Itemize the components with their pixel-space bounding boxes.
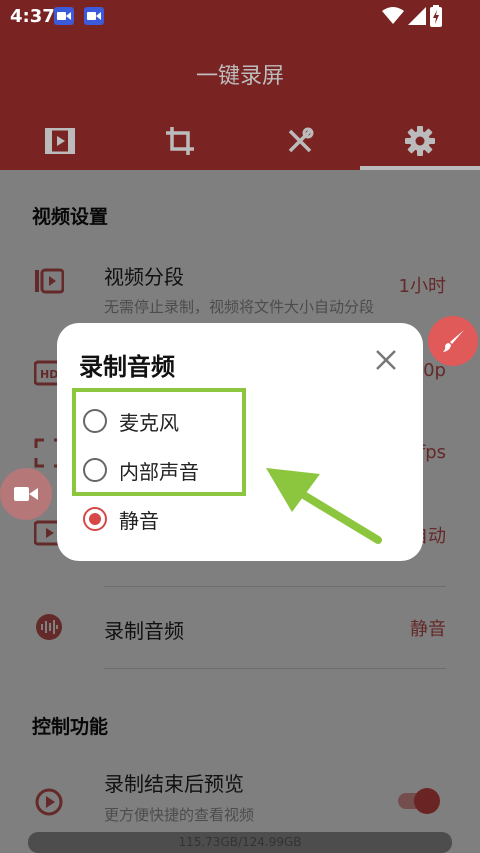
camera-icon: [14, 487, 38, 501]
app-bar: 一键录屏: [0, 32, 480, 170]
status-time: 4:37: [10, 6, 55, 27]
option-mute-label: 静音: [119, 508, 159, 533]
tab-tools[interactable]: [240, 120, 360, 162]
tab-video[interactable]: [0, 120, 120, 162]
dialog-title: 录制音频: [79, 353, 175, 381]
close-button[interactable]: [373, 347, 399, 373]
crop-icon: [166, 127, 194, 155]
signal-icon: [408, 7, 426, 29]
screen-record-notification-icon-2: [84, 7, 104, 25]
battery-icon: [430, 5, 442, 31]
tools-icon: [288, 127, 314, 153]
radio-mute[interactable]: [83, 507, 107, 531]
annotation-arrow-icon: [266, 468, 382, 544]
status-bar: 4:37: [0, 0, 480, 32]
screen-record-notification-icon: [54, 7, 74, 25]
tab-settings[interactable]: [360, 120, 480, 162]
close-icon: [376, 350, 396, 370]
video-icon: [45, 128, 75, 154]
app-title: 一键录屏: [195, 64, 284, 89]
gear-icon: [405, 126, 435, 156]
tab-crop[interactable]: [120, 120, 240, 162]
brush-floating-button[interactable]: [428, 316, 478, 366]
annotation-highlight-box: [72, 388, 246, 496]
wifi-icon: [382, 7, 404, 29]
option-mute[interactable]: 静音: [83, 501, 159, 537]
brush-icon: [443, 330, 464, 352]
record-floating-button[interactable]: [0, 468, 52, 520]
